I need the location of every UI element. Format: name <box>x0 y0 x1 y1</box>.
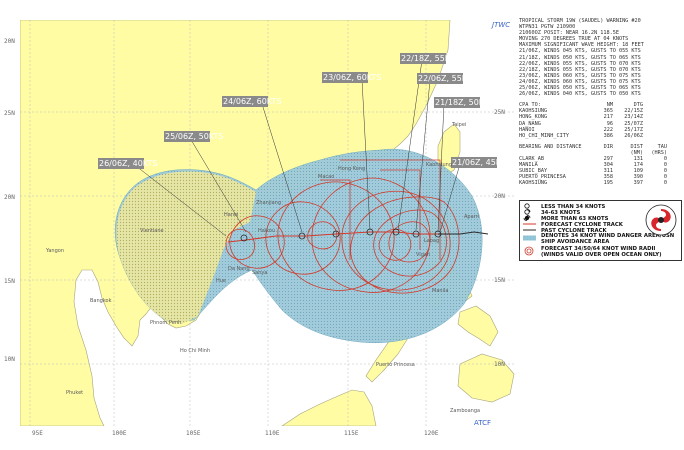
label-21-06z: 21/06Z, 45KTS <box>452 158 510 167</box>
left-lat-labels: 20N 25N 20N 15N 10N <box>4 0 20 450</box>
bottom-lon-labels: 95E 100E 105E 110E 115E 120E <box>0 430 520 442</box>
bearing-tau: 0 <box>663 180 667 187</box>
lon-label-120e: 120E <box>424 430 439 437</box>
lon-label-105e: 105E <box>186 430 201 437</box>
bearing-location: KAOHSIUNG <box>519 180 548 187</box>
label-21-18z: 21/18Z, 50KTS <box>435 98 493 107</box>
lat-label-25n: 25N <box>4 110 15 117</box>
lon-label-110e: 110E <box>265 430 280 437</box>
lat-label-20n-right: 20N <box>494 193 505 200</box>
place-ho-chi-minh: Ho Chi Minh <box>180 348 210 354</box>
place-yangon: Yangon <box>45 248 64 254</box>
lat-label-15n: 15N <box>4 278 15 285</box>
legend-item-wind-radii: FORECAST 34/50/64 KNOT WIND RADII (WINDS… <box>523 246 677 259</box>
place-macao: Macao <box>318 174 334 180</box>
cpa-table: CPA TO: NM DTG KAOHSIUNG 365 22/15Z HONG… <box>519 102 681 139</box>
wind-radii-icon <box>523 246 537 259</box>
track-map[interactable]: 22/18Z, 55KTS 23/06Z, 60KTS 22/06Z, 55KT… <box>20 20 516 426</box>
lon-label-115e: 115E <box>344 430 359 437</box>
lat-label-20n: 20N <box>4 194 15 201</box>
place-laoag: Laoag <box>424 238 439 244</box>
warning-block: TROPICAL STORM 19W (SAUDEL) WARNING #20 … <box>519 18 681 97</box>
place-kaohsiung: Kaohsiung <box>426 162 452 168</box>
label-22-18z: 22/18Z, 55KTS <box>401 54 459 63</box>
label-25-06z: 25/06Z, 50KTS <box>165 132 223 141</box>
place-hue: Hue <box>216 278 226 284</box>
lon-label-100e: 100E <box>112 430 127 437</box>
jtwc-header: JTWC <box>492 21 511 29</box>
lat-label-15n-right: 15N <box>494 277 505 284</box>
warning-graphic: 22/18Z, 55KTS 23/06Z, 60KTS 22/06Z, 55KT… <box>0 0 684 450</box>
place-phnom-penh: Phnom Penh <box>150 320 181 326</box>
bearing-dist: 397 <box>633 180 643 187</box>
place-zhanjiang: Zhanjiang <box>256 200 281 206</box>
legend-box: LESS THAN 34 KNOTS 34-63 KNOTS MORE THAN… <box>519 200 682 261</box>
place-zamboanga: Zamboanga <box>450 408 480 414</box>
label-24-06z: 24/06Z, 60KTS <box>223 97 281 106</box>
place-manila: Manila <box>432 288 448 294</box>
cpa-dtg: 26/06Z <box>624 132 643 139</box>
lat-label-10n-right: 10N <box>494 361 505 368</box>
place-da-nang: Da Nang <box>228 266 250 272</box>
label-26-06z: 26/06Z, 40KTS <box>99 159 157 168</box>
place-haikou: Haikou <box>258 228 275 234</box>
danger-area-swatch-icon <box>523 235 537 244</box>
label-22-06z: 22/06Z, 55KTS <box>418 74 476 83</box>
bearing-dir: 195 <box>603 180 613 187</box>
place-hong-kong: Hong Kong <box>338 166 365 172</box>
place-puerto-princesa: Puerto Princesa <box>376 362 415 368</box>
cpa-nm: 386 <box>603 132 613 139</box>
lat-label-25n-right: 25N <box>494 109 505 116</box>
place-taipei: Taipei <box>451 122 466 128</box>
legend-label: FORECAST 34/50/64 KNOT WIND RADII (WINDS… <box>541 246 662 259</box>
bearing-table: BEARING AND DISTANCE DIR DIST TAU (NM) (… <box>519 144 681 187</box>
place-vigan: Vigan <box>416 252 430 258</box>
place-bangkok: Bangkok <box>90 298 112 304</box>
lon-label-95e: 95E <box>32 430 43 437</box>
usn-logo <box>644 203 678 237</box>
lat-label-10n: 10N <box>4 356 15 363</box>
bearing-row: KAOHSIUNG 195 397 0 <box>519 180 681 186</box>
cpa-location: HO_CHI_MINH_CITY <box>519 132 569 139</box>
atcf-footer: ATCF <box>474 419 492 427</box>
place-hanoi: Hanoi <box>224 212 238 218</box>
place-phuket: Phuket <box>66 390 83 396</box>
place-sanya: Sanya <box>252 270 267 276</box>
place-aparri: Aparri <box>464 214 479 220</box>
place-vientiane: Vientiane <box>140 228 164 234</box>
label-23-06z: 23/06Z, 60KTS <box>323 73 381 82</box>
map-svg: 22/18Z, 55KTS 23/06Z, 60KTS 22/06Z, 55KT… <box>20 20 516 426</box>
lat-label-20n-top: 20N <box>4 38 15 45</box>
